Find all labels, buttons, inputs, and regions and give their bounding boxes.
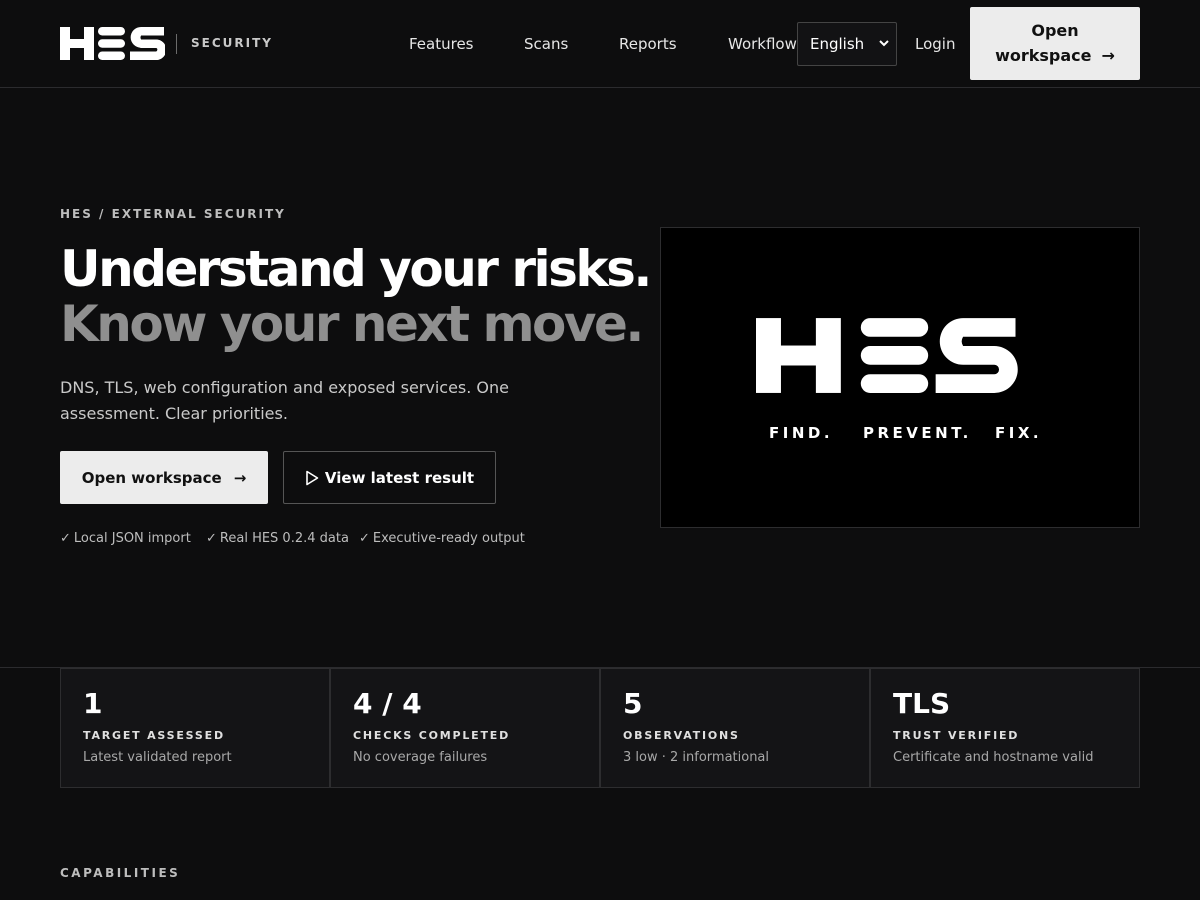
view-latest-result-label: View latest result bbox=[324, 468, 475, 487]
stat-label: TARGET ASSESSED bbox=[83, 729, 225, 742]
check-icon: ✓ bbox=[206, 531, 217, 546]
stat-subtext: No coverage failures bbox=[353, 750, 488, 765]
play-icon bbox=[305, 470, 319, 486]
tagline-prevent: PREVENT. bbox=[863, 424, 972, 442]
check-icon: ✓ bbox=[359, 531, 370, 546]
stat-subtext: Certificate and hostname valid bbox=[893, 750, 1094, 765]
open-workspace-header-button[interactable]: Open workspace → bbox=[970, 7, 1140, 80]
language-value: English bbox=[810, 35, 865, 53]
check-item: ✓ Executive-ready output bbox=[359, 531, 525, 546]
hero-headline-primary: Understand your risks. bbox=[60, 240, 652, 298]
capabilities-heading: CAPABILITIES bbox=[60, 866, 181, 880]
open-workspace-label: Open workspace bbox=[81, 468, 222, 487]
hes-logo-large bbox=[756, 318, 1018, 393]
stat-value: 5 bbox=[623, 687, 643, 720]
hero-lead: DNS, TLS, web configuration and exposed … bbox=[60, 378, 510, 423]
stat-card-trust: TLS TRUST VERIFIED Certificate and hostn… bbox=[870, 668, 1140, 788]
arrow-right-icon: → bbox=[233, 468, 247, 487]
site-header: SECURITY Features Scans Reports Workflow… bbox=[0, 0, 1200, 88]
stat-card-target: 1 TARGET ASSESSED Latest validated repor… bbox=[60, 668, 330, 788]
tagline-find: FIND. bbox=[769, 424, 834, 442]
stat-card-observations: 5 OBSERVATIONS 3 low · 2 informational bbox=[600, 668, 870, 788]
nav-reports[interactable]: Reports bbox=[619, 35, 677, 53]
brand-subtitle: SECURITY bbox=[191, 36, 273, 50]
stat-label: OBSERVATIONS bbox=[623, 729, 740, 742]
chevron-down-icon bbox=[879, 40, 889, 47]
header-cta-line2: workspace bbox=[995, 46, 1092, 65]
check-icon: ✓ bbox=[60, 531, 71, 546]
brand[interactable]: SECURITY bbox=[60, 27, 273, 61]
stat-subtext: Latest validated report bbox=[83, 750, 232, 765]
stat-value: TLS bbox=[893, 687, 951, 720]
brand-divider bbox=[176, 34, 177, 54]
stat-label: TRUST VERIFIED bbox=[893, 729, 1020, 742]
nav-features[interactable]: Features bbox=[409, 35, 474, 53]
open-workspace-button[interactable]: Open workspace → bbox=[60, 451, 268, 504]
stat-card-checks: 4 / 4 CHECKS COMPLETED No coverage failu… bbox=[330, 668, 600, 788]
hero-brand-panel: FIND. PREVENT. FIX. bbox=[660, 227, 1140, 528]
view-latest-result-button[interactable]: View latest result bbox=[283, 451, 496, 504]
hero-headline-secondary: Know your next move. bbox=[60, 295, 644, 353]
language-select[interactable]: English bbox=[797, 22, 897, 66]
stat-label: CHECKS COMPLETED bbox=[353, 729, 511, 742]
login-link[interactable]: Login bbox=[915, 35, 955, 53]
nav-workflow[interactable]: Workflow bbox=[728, 35, 797, 53]
check-item: ✓ Real HES 0.2.4 data bbox=[206, 531, 349, 546]
stat-value: 1 bbox=[83, 687, 103, 720]
check-item: ✓ Local JSON import bbox=[60, 531, 191, 546]
header-cta-line1: Open bbox=[1031, 21, 1079, 40]
hes-logo bbox=[60, 27, 165, 60]
arrow-right-icon: → bbox=[1101, 46, 1115, 65]
tagline-fix: FIX. bbox=[995, 424, 1043, 442]
stat-subtext: 3 low · 2 informational bbox=[623, 750, 770, 765]
hero-eyebrow: HES / EXTERNAL SECURITY bbox=[60, 207, 286, 221]
stat-value: 4 / 4 bbox=[353, 687, 422, 720]
nav-scans[interactable]: Scans bbox=[524, 35, 568, 53]
